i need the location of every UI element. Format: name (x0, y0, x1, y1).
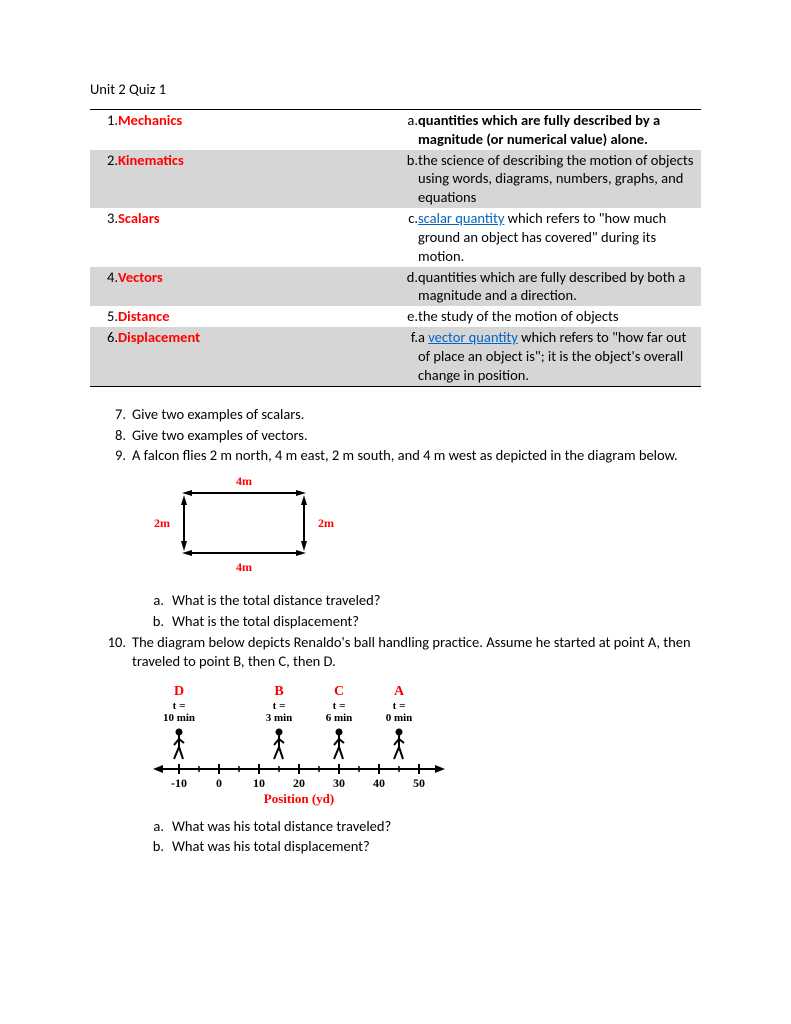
match-definition: quantities which are fully described by … (418, 109, 701, 149)
match-term: Vectors (118, 268, 163, 286)
match-row: 3.Scalars c.scalar quantity which refers … (90, 208, 701, 267)
diag1-left-label: 2m (154, 516, 170, 530)
match-right-letter: e. (398, 306, 418, 327)
definition-link[interactable]: scalar quantity (418, 209, 504, 227)
question-9: 9. A falcon flies 2 m north, 4 m east, 2… (102, 446, 701, 465)
match-row: 5.Distance e.the study of the motion of o… (90, 306, 701, 327)
question-10b: b. What was his total displacement? (144, 837, 701, 856)
diag1-bottom-label: 4m (236, 560, 252, 574)
match-left-number: 6. (90, 327, 118, 386)
match-definition: scalar quantity which refers to "how muc… (418, 208, 701, 267)
match-left-number: 1. (90, 109, 118, 149)
match-row: 2.Kinematics b.the science of describing … (90, 150, 701, 209)
page-title: Unit 2 Quiz 1 (90, 80, 701, 99)
question-8: 8. Give two examples of vectors. (102, 426, 701, 445)
svg-text:0 min: 0 min (386, 712, 413, 724)
question-10a: a. What was his total distance traveled? (144, 817, 701, 836)
match-term: Displacement (118, 328, 200, 346)
svg-text:40: 40 (373, 776, 385, 790)
match-definition: quantities which are fully described by … (418, 267, 701, 307)
svg-text:10 min: 10 min (163, 712, 195, 724)
match-right-letter: a. (398, 109, 418, 149)
svg-text:Position (yd): Position (yd) (264, 791, 334, 806)
match-definition: the science of describing the motion of … (418, 150, 701, 209)
question-10: 10. The diagram below depicts Renaldo's … (102, 633, 701, 671)
svg-text:6 min: 6 min (326, 712, 353, 724)
match-definition: a vector quantity which refers to "how f… (418, 327, 701, 386)
svg-text:B: B (274, 684, 283, 699)
match-term: Kinematics (118, 151, 184, 169)
matching-table: 1.Mechanicsa.quantities which are fully … (90, 109, 701, 387)
svg-text:t =: t = (333, 700, 346, 712)
match-term: Mechanics (118, 111, 182, 129)
svg-text:-10: -10 (171, 776, 187, 790)
match-left-number: 5. (90, 306, 118, 327)
question-9a: a. What is the total distance traveled? (144, 591, 701, 610)
match-right-letter: c. (398, 208, 418, 267)
svg-text:3 min: 3 min (266, 712, 293, 724)
definition-link[interactable]: vector quantity (428, 328, 518, 346)
match-row: 4.Vectors d.quantities which are fully de… (90, 267, 701, 307)
svg-text:t =: t = (173, 700, 186, 712)
svg-text:C: C (334, 684, 344, 699)
match-definition: the study of the motion of objects (418, 306, 701, 327)
questions-block: 7. Give two examples of scalars. 8. Give… (102, 405, 701, 857)
svg-text:50: 50 (413, 776, 425, 790)
svg-text:t =: t = (273, 700, 286, 712)
match-left-number: 2. (90, 150, 118, 209)
question-9b: b. What is the total displacement? (144, 612, 701, 631)
question-7: 7. Give two examples of scalars. (102, 405, 701, 424)
match-left-number: 4. (90, 267, 118, 307)
match-right-letter: f. (398, 327, 418, 386)
svg-text:0: 0 (216, 776, 222, 790)
match-term: Scalars (118, 209, 159, 227)
rectangle-diagram: 4m 2m 2m 4m (144, 473, 701, 583)
match-left-number: 3. (90, 208, 118, 267)
match-right-letter: b. (398, 150, 418, 209)
svg-text:20: 20 (293, 776, 305, 790)
diag1-right-label: 2m (318, 516, 334, 530)
svg-text:A: A (394, 684, 405, 699)
svg-text:30: 30 (333, 776, 345, 790)
numberline-diagram: -1001020304050Position (yd)Dt =10 minBt … (144, 679, 701, 809)
match-right-letter: d. (398, 267, 418, 307)
diag1-top-label: 4m (236, 474, 252, 488)
match-row: 1.Mechanics a.quantities which are fully … (90, 109, 701, 149)
svg-text:D: D (174, 684, 184, 699)
match-row: 6.Displacement f.a vector quantity which … (90, 327, 701, 386)
svg-text:t =: t = (393, 700, 406, 712)
svg-text:10: 10 (253, 776, 265, 790)
match-term: Distance (118, 307, 170, 325)
